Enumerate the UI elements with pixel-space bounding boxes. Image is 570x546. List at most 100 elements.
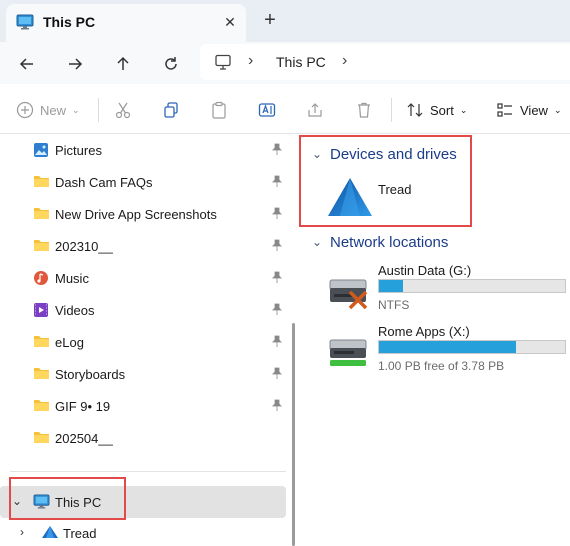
pin-icon[interactable] — [272, 399, 282, 414]
chevron-right-icon[interactable]: › — [248, 52, 253, 70]
view-button[interactable]: View ⌄ — [496, 98, 562, 122]
pin-icon[interactable] — [272, 367, 282, 382]
refresh-icon — [165, 57, 177, 70]
rename-button[interactable] — [258, 98, 276, 122]
section-title: Network locations — [330, 233, 449, 251]
monitor-icon — [33, 494, 50, 512]
capacity-bar — [378, 340, 566, 354]
arrow-right-icon — [69, 58, 83, 70]
refresh-button[interactable] — [157, 50, 185, 78]
pin-icon[interactable] — [272, 335, 282, 350]
copy-icon — [164, 102, 178, 118]
nav-item-202504[interactable]: 202504__ — [0, 422, 288, 454]
content-pane: ⌄ Devices and drives Tread ⌄ Network loc… — [298, 134, 570, 546]
up-button[interactable] — [109, 50, 137, 78]
chevron-right-icon[interactable]: › — [342, 52, 347, 70]
nav-item-storyboards[interactable]: Storyboards — [0, 358, 288, 390]
forward-button[interactable] — [61, 50, 89, 78]
chevron-down-icon: ⌄ — [72, 104, 80, 115]
back-button[interactable] — [13, 50, 41, 78]
nav-item-label: Music — [55, 271, 89, 286]
share-button[interactable] — [306, 98, 324, 122]
scrollbar-thumb[interactable] — [292, 323, 295, 546]
drive-tread-icon — [326, 176, 374, 221]
network-drive-austin-data[interactable]: Austin Data (G:) — [378, 263, 471, 278]
section-title: Devices and drives — [330, 145, 457, 163]
pin-icon[interactable] — [272, 303, 282, 318]
nav-item-label: Dash Cam FAQs — [55, 175, 153, 190]
divider — [10, 471, 286, 472]
chevron-down-icon: ⌄ — [312, 147, 323, 161]
clipboard-icon — [212, 101, 226, 119]
pin-icon[interactable] — [272, 239, 282, 254]
arrow-left-icon — [19, 58, 33, 70]
chevron-right-icon[interactable]: › — [20, 525, 24, 539]
delete-button[interactable] — [355, 98, 373, 122]
videos-icon — [33, 302, 49, 321]
new-label: New — [40, 102, 67, 118]
capacity-fill — [379, 341, 516, 353]
folder-icon — [33, 366, 50, 383]
folder-icon — [33, 174, 50, 191]
capacity-fill — [379, 280, 404, 292]
trash-icon — [358, 102, 370, 118]
view-icon — [497, 103, 512, 117]
network-locations-header[interactable]: ⌄ Network locations — [312, 231, 448, 253]
drive-detail: NTFS — [378, 298, 410, 312]
nav-item-label: GIF 9• 19 — [55, 399, 111, 414]
nav-item-music[interactable]: Music — [0, 262, 288, 294]
chevron-down-icon[interactable]: ⌄ — [12, 494, 22, 508]
folder-icon — [33, 238, 50, 255]
nav-item-new-drive-app-screenshots[interactable]: New Drive App Screenshots — [0, 198, 288, 230]
divider — [391, 98, 392, 122]
nav-item-this-pc[interactable]: ⌄ This PC — [0, 486, 286, 518]
copy-button[interactable] — [162, 98, 180, 122]
nav-item-label: Pictures — [55, 143, 102, 158]
nav-item-pictures[interactable]: Pictures — [0, 134, 288, 166]
paste-button[interactable] — [210, 98, 228, 122]
navigation-bar: › This PC › — [0, 42, 570, 84]
pin-icon[interactable] — [272, 271, 282, 286]
tab-this-pc[interactable]: This PC ✕ — [6, 4, 246, 42]
this-pc-label: This PC — [55, 495, 102, 510]
arrow-up-icon — [117, 56, 129, 70]
view-label: View — [520, 102, 548, 118]
nav-item-label: New Drive App Screenshots — [55, 207, 217, 222]
breadcrumb-this-pc[interactable]: This PC — [276, 54, 326, 70]
computer-icon — [214, 54, 232, 73]
pictures-icon — [33, 142, 49, 161]
title-bar: This PC ✕ + — [0, 0, 570, 42]
nav-item-tread[interactable]: › Tread — [0, 520, 288, 546]
capacity-bar — [378, 279, 566, 293]
nav-item-elog[interactable]: eLog — [0, 326, 288, 358]
sort-button[interactable]: Sort ⌄ — [406, 98, 467, 122]
chevron-down-icon: ⌄ — [459, 104, 468, 115]
device-item-tread[interactable]: Tread — [378, 182, 411, 197]
nav-item-dash-cam-faqs[interactable]: Dash Cam FAQs — [0, 166, 288, 198]
sort-label: Sort — [430, 102, 454, 118]
address-bar[interactable]: › This PC › — [200, 44, 570, 80]
nav-item-gif-9-19[interactable]: GIF 9• 19 — [0, 390, 288, 422]
command-bar: New ⌄ Sort ⌄ View ⌄ — [0, 84, 570, 134]
new-tab-button[interactable]: + — [260, 10, 280, 30]
devices-and-drives-header[interactable]: ⌄ Devices and drives — [312, 143, 457, 165]
cut-button[interactable] — [114, 98, 132, 122]
close-tab-button[interactable]: ✕ — [220, 12, 240, 32]
sort-icon — [407, 103, 423, 117]
pin-icon[interactable] — [272, 207, 282, 222]
new-button[interactable]: New ⌄ — [16, 98, 80, 122]
folder-icon — [33, 334, 50, 351]
folder-icon — [33, 398, 50, 415]
folder-icon — [33, 206, 50, 223]
rename-icon — [258, 103, 276, 117]
nav-item-videos[interactable]: Videos — [0, 294, 288, 326]
chevron-down-icon: ⌄ — [553, 104, 562, 115]
pin-icon[interactable] — [272, 175, 282, 190]
drive-detail: 1.00 PB free of 3.78 PB — [378, 359, 505, 373]
pin-icon[interactable] — [272, 143, 282, 158]
nav-item-202310[interactable]: 202310__ — [0, 230, 288, 262]
plus-circle-icon — [16, 101, 34, 119]
folder-icon — [33, 430, 50, 447]
nav-item-label: 202310__ — [55, 239, 113, 254]
network-drive-rome-apps[interactable]: Rome Apps (X:) — [378, 324, 470, 339]
